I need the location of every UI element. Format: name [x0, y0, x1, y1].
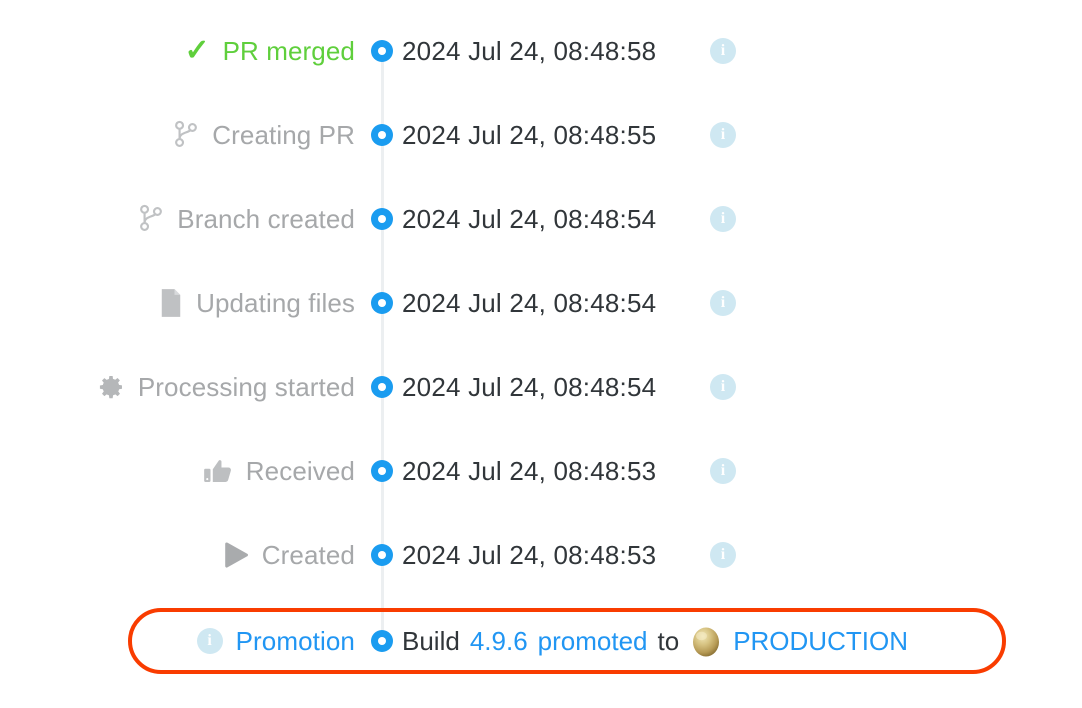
timeline-timestamp: 2024 Jul 24, 08:48:53 — [402, 539, 657, 570]
timeline-label: Processing started — [137, 371, 355, 402]
thumbs-up-icon — [203, 457, 233, 485]
timeline-marker — [371, 124, 393, 146]
info-icon-glyph: i — [720, 42, 726, 59]
gear-icon — [97, 373, 125, 401]
timeline-row[interactable]: Branch created 2024 Jul 24, 08:48:54 i — [0, 191, 1082, 247]
timeline-marker — [371, 460, 393, 482]
timeline-timestamp: 2024 Jul 24, 08:48:54 — [402, 371, 657, 402]
timeline-marker — [371, 376, 393, 398]
timeline-right-cell: 2024 Jul 24, 08:48:54 — [402, 372, 656, 403]
check-icon: ✓ — [184, 34, 210, 67]
git-branch-icon — [173, 120, 199, 150]
timeline-label-cell: Received — [203, 456, 355, 487]
timeline-label: Updating files — [196, 287, 355, 318]
timeline-row[interactable]: Created 2024 Jul 24, 08:48:53 i — [0, 527, 1082, 583]
timeline-right-cell: 2024 Jul 24, 08:48:58 — [402, 36, 656, 67]
git-branch-icon — [138, 204, 164, 234]
info-icon[interactable]: i — [710, 206, 736, 232]
timeline-row[interactable]: Creating PR 2024 Jul 24, 08:48:55 i — [0, 107, 1082, 163]
timeline-timestamp: 2024 Jul 24, 08:48:54 — [402, 287, 657, 318]
info-icon[interactable]: i — [710, 542, 736, 568]
timeline-marker — [371, 40, 393, 62]
timeline-right-cell: 2024 Jul 24, 08:48:54 — [402, 288, 656, 319]
timeline-label: Creating PR — [212, 119, 355, 150]
info-icon-glyph: i — [720, 126, 726, 143]
timeline-timestamp: 2024 Jul 24, 08:48:54 — [402, 203, 657, 234]
timeline-label-cell: Processing started — [97, 372, 355, 403]
timeline-timestamp: 2024 Jul 24, 08:48:55 — [402, 119, 657, 150]
timeline-marker — [371, 292, 393, 314]
timeline-right-cell: 2024 Jul 24, 08:48:53 — [402, 540, 656, 571]
info-icon[interactable]: i — [710, 122, 736, 148]
info-icon[interactable]: i — [710, 290, 736, 316]
timeline-label: Received — [245, 455, 355, 486]
timeline-label-cell: Creating PR — [173, 120, 355, 151]
timeline-row[interactable]: ✓ PR merged 2024 Jul 24, 08:48:58 i — [0, 23, 1082, 79]
info-icon-glyph: i — [720, 378, 726, 395]
promotion-highlight-box — [128, 608, 1006, 674]
build-timeline: ✓ PR merged 2024 Jul 24, 08:48:58 i Crea… — [0, 0, 1082, 708]
timeline-label-cell: Updating files — [159, 288, 355, 319]
timeline-row[interactable]: Updating files 2024 Jul 24, 08:48:54 i — [0, 275, 1082, 331]
timeline-row[interactable]: Received 2024 Jul 24, 08:48:53 i — [0, 443, 1082, 499]
info-icon[interactable]: i — [710, 374, 736, 400]
timeline-timestamp: 2024 Jul 24, 08:48:53 — [402, 455, 657, 486]
timeline-right-cell: 2024 Jul 24, 08:48:55 — [402, 120, 656, 151]
info-icon-glyph: i — [720, 294, 726, 311]
timeline-label: Created — [261, 539, 355, 570]
info-icon-glyph: i — [720, 210, 726, 227]
info-icon[interactable]: i — [710, 458, 736, 484]
timeline-marker — [371, 544, 393, 566]
timeline-label: PR merged — [222, 35, 355, 66]
file-icon — [159, 288, 183, 318]
timeline-row[interactable]: Processing started 2024 Jul 24, 08:48:54… — [0, 359, 1082, 415]
info-icon-glyph: i — [720, 462, 726, 479]
timeline-right-cell: 2024 Jul 24, 08:48:53 — [402, 456, 656, 487]
timeline-timestamp: 2024 Jul 24, 08:48:58 — [402, 35, 657, 66]
timeline-label-cell: ✓ PR merged — [184, 36, 355, 67]
play-icon — [223, 541, 249, 569]
info-icon-glyph: i — [720, 546, 726, 563]
timeline-right-cell: 2024 Jul 24, 08:48:54 — [402, 204, 656, 235]
timeline-label-cell: Branch created — [138, 204, 355, 235]
timeline-marker — [371, 208, 393, 230]
timeline-label-cell: Created — [223, 540, 355, 571]
info-icon[interactable]: i — [710, 38, 736, 64]
timeline-label: Branch created — [177, 203, 355, 234]
